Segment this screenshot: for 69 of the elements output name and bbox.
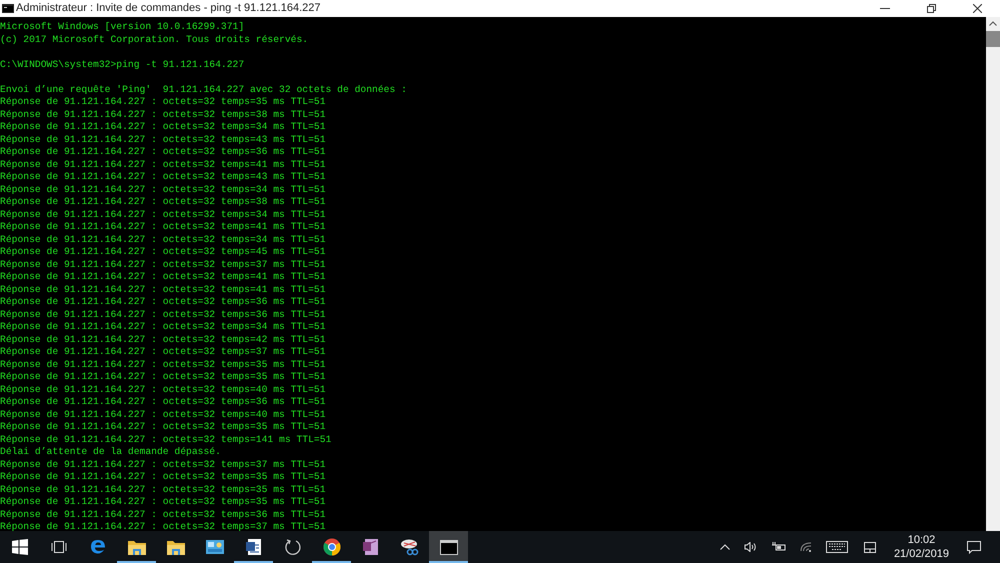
minimize-icon [880,8,890,10]
console-icon [2,4,14,13]
console-line: Réponse de 91.121.164.227 : octets=32 temps=34 ms TTL=51 [0,321,327,334]
console-line: Réponse de 91.121.164.227 : octets=32 temps=37 ms TTL=51 [0,458,327,471]
console-line: Réponse de 91.121.164.227 : octets=32 temps=34 ms TTL=51 [0,234,327,246]
console-line: Réponse de 91.121.164.227 : octets=32 temps=36 ms TTL=51 [0,396,327,408]
chevron-up-icon[interactable] [720,544,730,550]
console-line: Réponse de 91.121.164.227 : octets=32 temps=45 ms TTL=51 [0,246,327,258]
console-line: Réponse de 91.121.164.227 : octets=32 temps=38 ms TTL=51 [0,196,327,208]
control-panel-icon [206,540,224,554]
console-line: Délai d’attente de la demande dépassé. [0,446,222,458]
close-icon [972,4,982,13]
refresh-circle-icon [284,538,302,556]
console-line: Réponse de 91.121.164.227 : octets=32 temps=141 ms TTL=51 [0,434,332,446]
console-line: Réponse de 91.121.164.227 : octets=32 temps=36 ms TTL=51 [0,308,327,321]
chrome-icon [322,538,340,556]
scroll-thumb[interactable] [986,31,1000,47]
console-line: Réponse de 91.121.164.227 : octets=32 temps=35 ms TTL=51 [0,471,327,484]
battery-icon[interactable] [772,542,786,552]
console-line: Réponse de 91.121.164.227 : octets=32 temps=38 ms TTL=51 [0,108,327,121]
console-line: Réponse de 91.121.164.227 : octets=32 temps=41 ms TTL=51 [0,158,327,171]
edge-icon [88,538,106,556]
console-line: Réponse de 91.121.164.227 : octets=32 temps=34 ms TTL=51 [0,184,327,196]
window-title: Administrateur : Invite de commandes - ping -t 91.121.164.227 [16,1,321,16]
console-line: C:\WINDOWS\system32>ping -t 91.121.164.227 [0,58,246,71]
console-line: Réponse de 91.121.164.227 : octets=32 temps=36 ms TTL=51 [0,508,327,521]
console-line: Réponse de 91.121.164.227 : octets=32 temps=36 ms TTL=51 [0,146,327,158]
console-line: (c) 2017 Microsoft Corporation. Tous droits réservés. [0,34,310,46]
console-line: Réponse de 91.121.164.227 : octets=32 temps=35 ms TTL=51 [0,371,327,384]
console-line: Réponse de 91.121.164.227 : octets=32 temps=34 ms TTL=51 [0,208,327,221]
console-icon [440,540,458,554]
restore-icon [926,4,936,13]
scissors-icon [400,538,420,556]
task-view-icon [50,540,66,554]
notebook-icon [362,538,378,556]
notification-icon[interactable] [967,540,981,554]
touchpad-icon[interactable] [864,542,876,552]
console-line: Réponse de 91.121.164.227 : octets=32 temps=34 ms TTL=51 [0,121,327,134]
console-line: Réponse de 91.121.164.227 : octets=32 temps=42 ms TTL=51 [0,334,327,346]
console-line: Réponse de 91.121.164.227 : octets=32 temps=35 ms TTL=51 [0,496,327,508]
console-line: Réponse de 91.121.164.227 : octets=32 temps=35 ms TTL=51 [0,421,327,434]
console-line: Réponse de 91.121.164.227 : octets=32 temps=40 ms TTL=51 [0,384,327,396]
console-line: Réponse de 91.121.164.227 : octets=32 temps=43 ms TTL=51 [0,134,327,146]
clock-time[interactable]: 10:02 [908,533,936,547]
console-line: Réponse de 91.121.164.227 : octets=32 temps=37 ms TTL=51 [0,521,327,531]
console-line: Réponse de 91.121.164.227 : octets=32 temps=35 ms TTL=51 [0,358,327,371]
console-line: Réponse de 91.121.164.227 : octets=32 temps=35 ms TTL=51 [0,484,327,496]
scrollbar[interactable] [986,17,1000,531]
folder-icon [128,540,146,554]
console-line: Envoi d’une requête 'Ping' 91.121.164.227 avec 32 octets de données : [0,84,408,96]
console-line: Réponse de 91.121.164.227 : octets=32 temps=36 ms TTL=51 [0,296,327,308]
wifi-icon[interactable] [800,542,812,552]
console-line: Réponse de 91.121.164.227 : octets=32 temps=37 ms TTL=51 [0,258,327,271]
scroll-up-icon[interactable] [989,21,997,26]
console-line: Réponse de 91.121.164.227 : octets=32 temps=41 ms TTL=51 [0,221,327,234]
speaker-icon[interactable] [744,542,758,552]
console-line: Réponse de 91.121.164.227 : octets=32 temps=41 ms TTL=51 [0,271,327,284]
document-icon [244,538,262,556]
console-line: Réponse de 91.121.164.227 : octets=32 temps=41 ms TTL=51 [0,284,327,296]
console-line: Réponse de 91.121.164.227 : octets=32 temps=35 ms TTL=51 [0,96,327,108]
taskbar-app-button[interactable] [429,531,468,563]
windows-logo-icon [12,539,28,555]
console-line: Réponse de 91.121.164.227 : octets=32 temps=43 ms TTL=51 [0,171,327,184]
clock-date[interactable]: 21/02/2019 [894,547,949,561]
folder-icon [166,540,184,554]
console-line: Réponse de 91.121.164.227 : octets=32 temps=37 ms TTL=51 [0,346,327,358]
console-line: Réponse de 91.121.164.227 : octets=32 temps=40 ms TTL=51 [0,408,327,421]
keyboard-icon[interactable] [826,541,848,553]
console-line: Microsoft Windows [version 10.0.16299.371] [0,21,246,34]
